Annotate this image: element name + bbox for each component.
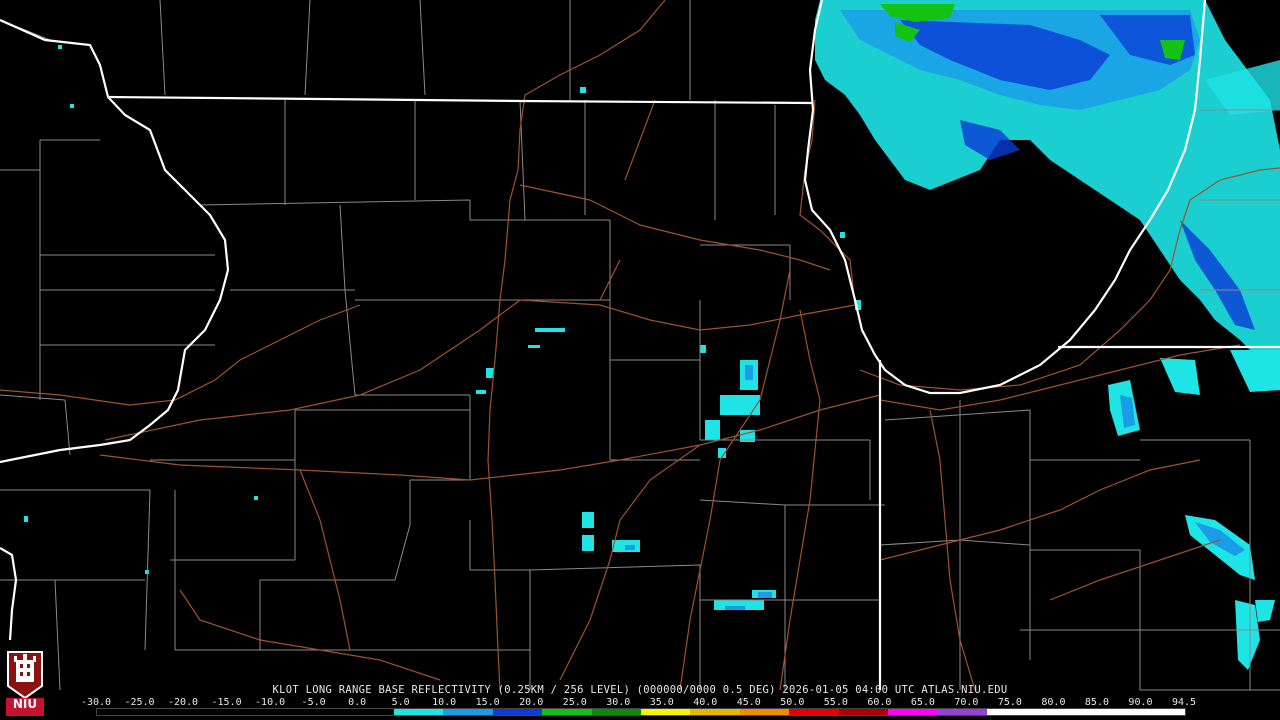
scale-label: 5.0	[391, 697, 410, 708]
niu-logo-text: NIU	[12, 697, 38, 711]
scale-labels: -30.0 -25.0 -20.0 -15.0 -10.0 -5.0 0.0 5.0 10.0 1…	[81, 697, 1197, 708]
colorbar-segment	[739, 709, 790, 715]
colorbar-segment	[195, 709, 246, 715]
scale-label: 55.0	[823, 697, 848, 708]
colorbar-segment	[97, 709, 147, 715]
scale-label: 10.0	[432, 697, 457, 708]
scale-label: 45.0	[736, 697, 761, 708]
scale-label: 0.0	[348, 697, 367, 708]
radar-map	[0, 0, 1280, 720]
scale-label: 30.0	[606, 697, 631, 708]
colorbar-segment	[1086, 709, 1136, 715]
scale-label: 25.0	[562, 697, 587, 708]
scale-label: 85.0	[1084, 697, 1109, 708]
colorbar-segment	[393, 709, 444, 715]
scale-label: 40.0	[693, 697, 718, 708]
scale-label: 50.0	[780, 697, 805, 708]
colorbar-segment	[294, 709, 345, 715]
scale-label: 94.5	[1171, 697, 1197, 708]
scale-label: -30.0	[80, 697, 112, 708]
colorbar-segment	[838, 709, 889, 715]
colorbar-segment	[591, 709, 641, 715]
colorbar-segment	[690, 709, 740, 715]
colorbar-segment	[640, 709, 691, 715]
colorbar-segment	[888, 709, 938, 715]
scale-label: 15.0	[475, 697, 500, 708]
colorbar-segment	[1036, 709, 1087, 715]
scale-label: 75.0	[997, 697, 1022, 708]
colorbar-segment	[344, 709, 394, 715]
scale-label: -5.0	[301, 697, 326, 708]
scale-label: -25.0	[124, 697, 155, 708]
scale-label: -20.0	[167, 697, 199, 708]
scale-label: -15.0	[211, 697, 242, 708]
product-caption: KLOT LONG RANGE BASE REFLECTIVITY (0.25K…	[272, 684, 1008, 696]
scale-label: 35.0	[649, 697, 674, 708]
scale-label: 65.0	[910, 697, 935, 708]
colorbar-segment	[542, 709, 592, 715]
scale-label: 70.0	[954, 697, 979, 708]
colorbar-segment	[492, 709, 543, 715]
colorbar-segment	[987, 709, 1037, 715]
colorbar-segment	[146, 709, 196, 715]
scale-label: 90.0	[1128, 697, 1153, 708]
scale-label: 60.0	[867, 697, 892, 708]
colorbar-segment	[789, 709, 839, 715]
scale-label: -10.0	[255, 697, 286, 708]
colorbar-segment	[937, 709, 988, 715]
colorbar-segment	[443, 709, 493, 715]
reflectivity-colorbar	[96, 708, 1186, 716]
colorbar-segment	[245, 709, 295, 715]
scale-label: 20.0	[519, 697, 544, 708]
colorbar-segment	[1135, 709, 1185, 715]
scale-label: 80.0	[1041, 697, 1066, 708]
